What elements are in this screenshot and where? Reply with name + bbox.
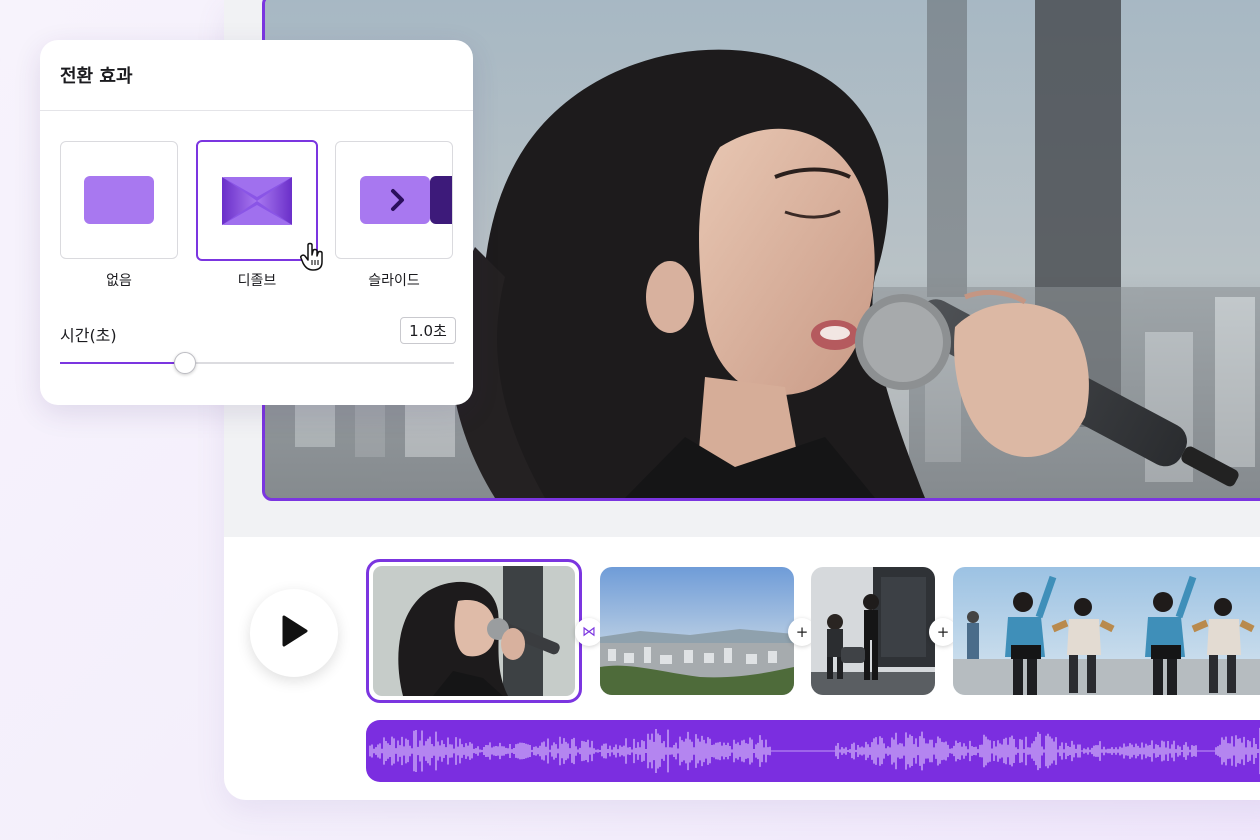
clip-thumbnail — [600, 567, 794, 695]
slide-transition-icon — [336, 142, 452, 258]
plus-icon: + — [795, 623, 809, 641]
transition-option-dissolve[interactable] — [196, 140, 323, 271]
audio-waveform — [369, 727, 1260, 775]
timeline-clip-city[interactable] — [600, 567, 794, 695]
transition-option-label: 슬라이드 — [368, 273, 420, 289]
clip-thumbnail — [811, 567, 935, 695]
panel-title: 전환 효과 — [60, 66, 133, 87]
audio-track[interactable] — [366, 720, 1260, 782]
transition-option-slide[interactable] — [335, 141, 453, 259]
duration-label: 시간(초) — [60, 326, 117, 345]
dissolve-transition-icon — [198, 142, 316, 259]
duration-slider[interactable] — [60, 352, 454, 374]
timeline-clip-singer[interactable] — [366, 559, 582, 703]
slider-thumb[interactable] — [174, 352, 197, 374]
panel-divider — [40, 110, 473, 111]
duration-input[interactable]: 1.0초 — [400, 317, 456, 344]
slider-fill — [60, 362, 185, 364]
play-icon — [278, 613, 310, 653]
timeline-area: ⋈ + + — [224, 537, 1260, 800]
transition-option-none[interactable] — [60, 141, 178, 259]
transition-option-label: 디졸브 — [237, 273, 277, 289]
transition-panel: 전환 효과 없음 디졸브 슬라이드 시간(초) 1.0초 — [40, 40, 473, 405]
timeline-clip-dancers[interactable] — [953, 567, 1260, 695]
transition-option-label: 없음 — [106, 273, 132, 289]
clip-thumbnail — [373, 566, 575, 696]
plus-icon: + — [936, 623, 950, 641]
none-transition-icon — [61, 142, 177, 258]
timeline-clip-band[interactable] — [811, 567, 935, 695]
transition-joiner-dissolve[interactable]: ⋈ — [575, 618, 603, 646]
clip-thumbnail — [953, 567, 1260, 695]
dissolve-icon: ⋈ — [582, 624, 596, 640]
play-button[interactable] — [250, 589, 338, 677]
